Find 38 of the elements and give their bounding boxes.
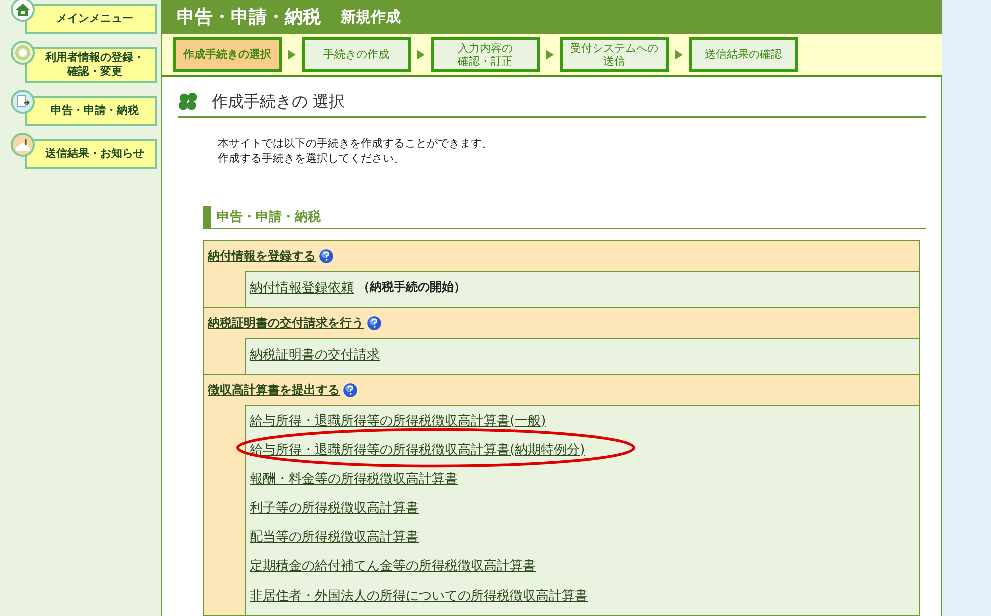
sidebar-item[interactable]: 送信結果・お知らせ — [25, 139, 157, 169]
procedure-link[interactable]: 利子等の所得税徴収高計算書 — [250, 498, 419, 516]
step-tab[interactable]: 送信結果の確認 — [689, 37, 798, 72]
procedure-link[interactable]: 報酬・料金等の所得税徴収高計算書 — [250, 470, 458, 488]
envelope-icon — [11, 133, 35, 157]
help-icon — [367, 316, 382, 330]
sidebar-item[interactable]: 申告・申請・納税 — [25, 96, 157, 126]
step-tab[interactable]: 受付システムへの 送信 — [560, 37, 669, 72]
clover-icon — [178, 91, 200, 113]
sidebar-item[interactable]: 利用者情報の登録・ 確認・変更 — [25, 47, 157, 83]
group-link[interactable]: 納付情報を登録する — [208, 248, 316, 264]
group-link[interactable]: 徴収高計算書を提出する — [208, 382, 340, 398]
step-tab[interactable]: 手続きの作成 — [302, 37, 411, 72]
help-icon — [319, 248, 334, 264]
sidebar-item[interactable]: メインメニュー — [25, 4, 157, 34]
procedure-note: （納税手続の開始） — [358, 279, 466, 296]
procedure-link[interactable]: 非居住者・外国法人の所得についての所得税徴収高計算書 — [250, 586, 588, 604]
procedure-link[interactable]: 給与所得・退職所得等の所得税徴収高計算書(一般) — [250, 412, 546, 430]
intro-text: 本サイトでは以下の手続きを作成することができます。 — [218, 136, 494, 151]
arrow-icon — [417, 50, 425, 60]
intro-text: 作成する手続きを選択してください。 — [218, 151, 406, 166]
arrow-icon — [288, 50, 296, 60]
arrow-icon — [675, 50, 683, 60]
procedure-link[interactable]: 配当等の所得税徴収高計算書 — [250, 528, 419, 546]
help-icon — [343, 382, 358, 398]
ring-icon — [11, 41, 35, 65]
arrow-icon — [546, 50, 554, 60]
section-heading: 作成手続きの 選択 — [212, 92, 346, 112]
step-tab[interactable]: 入力内容の 確認・訂正 — [431, 37, 540, 72]
category-title: 申告・申請・納税 — [216, 208, 322, 227]
page-title: 申告・申請・納税 — [177, 6, 321, 30]
document-icon — [11, 90, 35, 114]
group-link[interactable]: 納税証明書の交付請求を行う — [208, 314, 364, 332]
procedure-link[interactable]: 納税証明書の交付請求 — [250, 346, 380, 364]
procedure-link[interactable]: 定期積金の給付補てん金等の所得税徴収高計算書 — [250, 556, 536, 574]
page-subtitle: 新規作成 — [341, 8, 401, 27]
procedure-link[interactable]: 納付情報登録依頼 — [250, 278, 354, 296]
house-icon — [11, 0, 35, 22]
